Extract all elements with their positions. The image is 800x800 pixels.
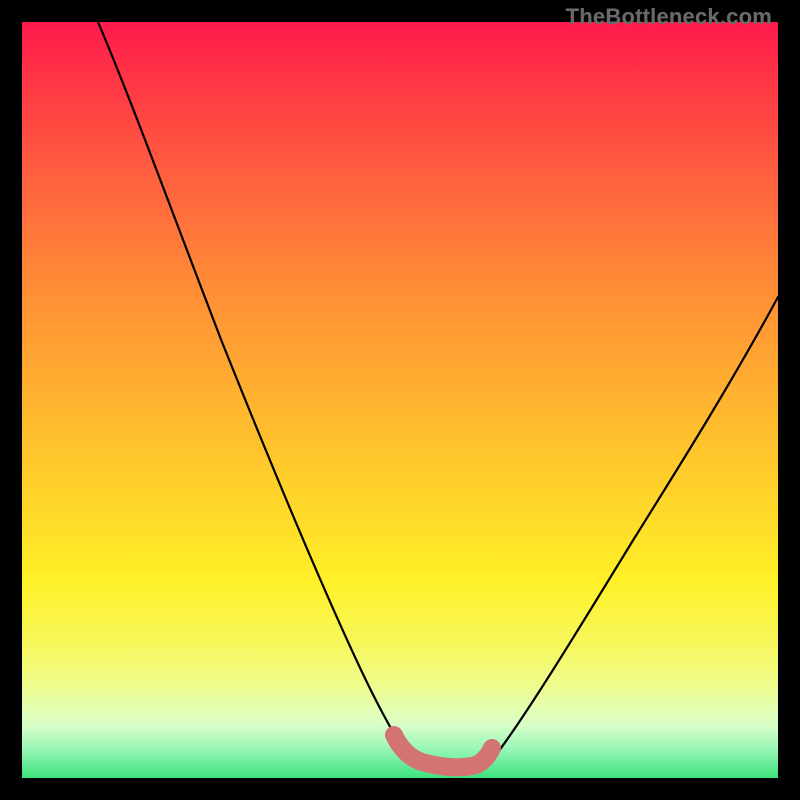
chart-svg [22,22,778,778]
right-curve-line [492,297,778,760]
valley-marker-line [394,735,492,767]
plot-area [22,22,778,778]
left-curve-line [98,22,410,758]
watermark-text: TheBottleneck.com [566,4,772,30]
chart-frame: TheBottleneck.com [0,0,800,800]
